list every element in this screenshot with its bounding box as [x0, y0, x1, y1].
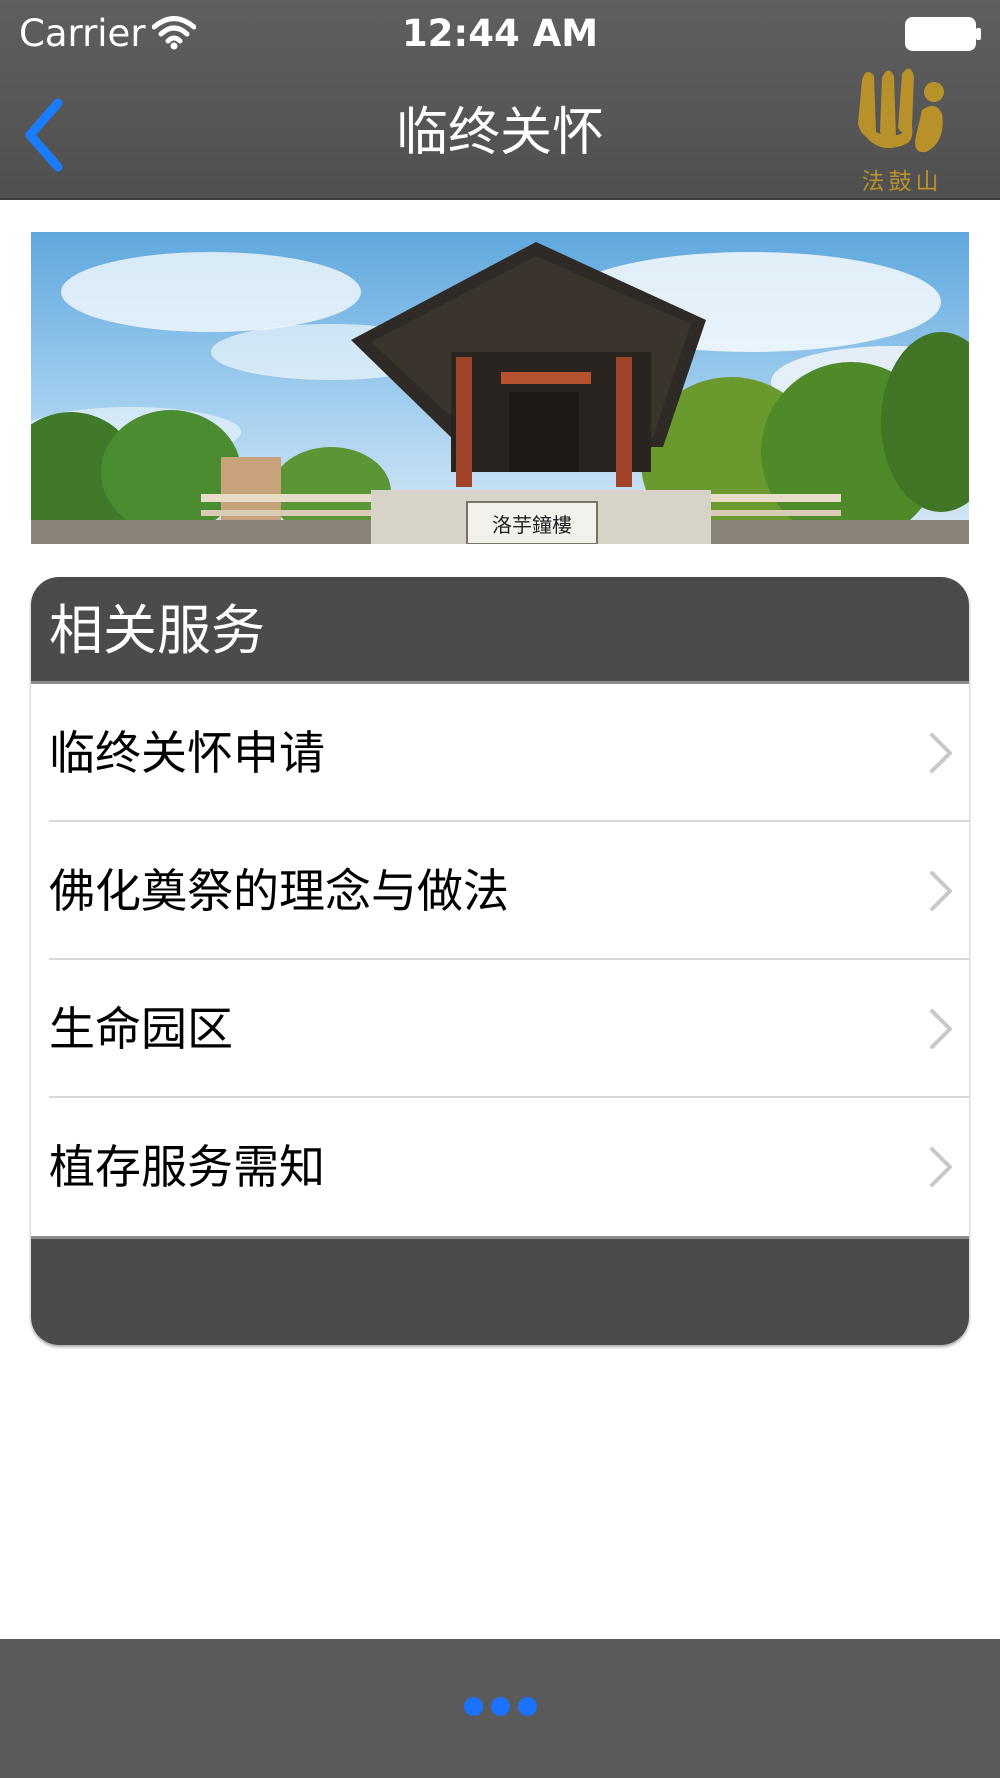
services-header: 相关服务: [31, 577, 969, 684]
list-item-label: 植存服务需知: [49, 1140, 325, 1194]
temple-photo: 洛芋鐘樓: [31, 232, 969, 544]
logo-text: 法鼓山: [861, 169, 943, 195]
page-title: 临终关怀: [395, 103, 604, 163]
page-dot[interactable]: [490, 1697, 510, 1716]
logo-mark-icon: [858, 68, 944, 153]
chevron-right-icon: [930, 1009, 952, 1049]
list-item-label: 佛化奠祭的理念与做法: [49, 864, 509, 918]
page-dot[interactable]: [517, 1697, 537, 1716]
chevron-right-icon: [930, 1147, 952, 1187]
chevron-left-icon: [25, 98, 63, 172]
back-button[interactable]: [18, 95, 78, 175]
services-footer: [31, 1236, 969, 1345]
service-item-buddhist-funeral[interactable]: 佛化奠祭的理念与做法: [31, 822, 969, 960]
services-title: 相关服务: [49, 599, 265, 662]
chevron-right-icon: [930, 733, 952, 773]
bottom-bar: [0, 1639, 1000, 1778]
logo: 法鼓山: [852, 62, 952, 196]
chevron-right-icon: [930, 871, 952, 911]
page-indicator[interactable]: [0, 1697, 1000, 1721]
screen: Carrier 12:44 AM 临终关怀 法鼓山 洛芋鐘樓 相关服务 临终关怀…: [0, 0, 1000, 1778]
battery-icon: [905, 17, 981, 51]
service-item-life-park[interactable]: 生命园区: [31, 960, 969, 1098]
top-bar: Carrier 12:44 AM 临终关怀 法鼓山: [0, 0, 1000, 200]
list-item-label: 生命园区: [49, 1002, 233, 1056]
page-dot[interactable]: [463, 1697, 483, 1716]
services-list: 临终关怀申请 佛化奠祭的理念与做法 生命园区 植存服务需知: [31, 684, 969, 1236]
service-item-burial-notice[interactable]: 植存服务需知: [31, 1098, 969, 1236]
banner-image: 洛芋鐘樓: [31, 232, 969, 544]
services-card: 相关服务 临终关怀申请 佛化奠祭的理念与做法 生命园区 植存服务需知: [31, 577, 969, 1345]
banner-sign-text: 洛芋鐘樓: [492, 513, 572, 537]
list-item-label: 临终关怀申请: [49, 726, 325, 780]
service-item-hospice-application[interactable]: 临终关怀申请: [31, 684, 969, 822]
status-time: 12:44 AM: [401, 12, 599, 55]
